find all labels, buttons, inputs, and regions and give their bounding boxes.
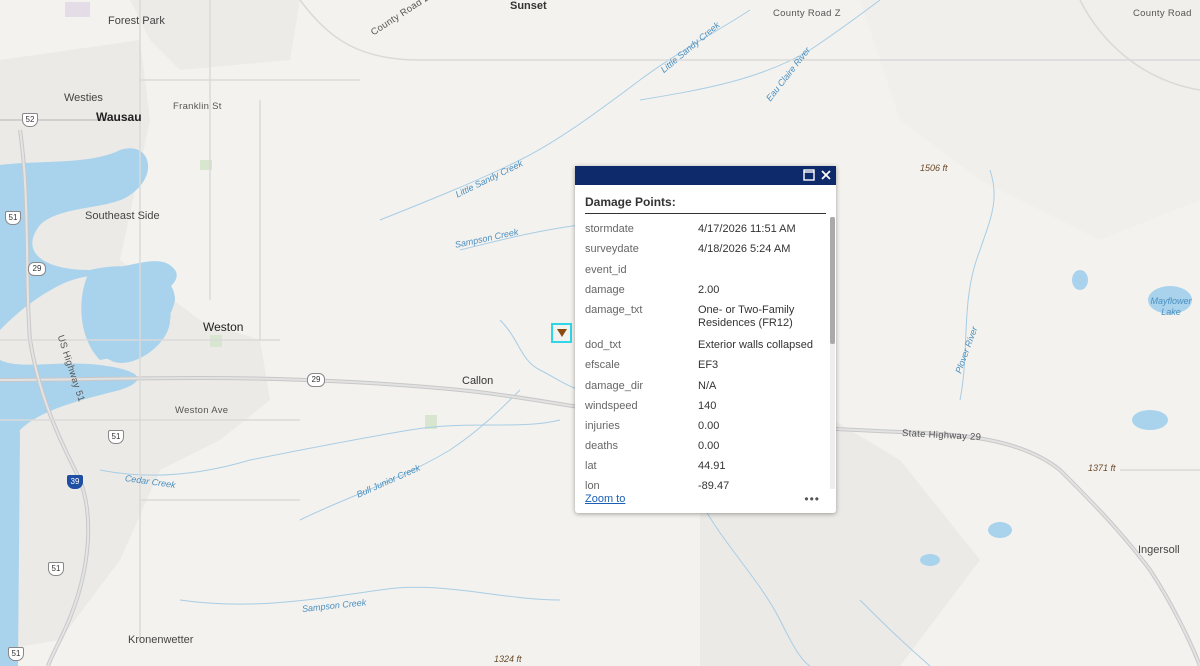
attribute-key: stormdate	[585, 223, 634, 235]
attribute-key: injuries	[585, 420, 620, 432]
attribute-value: One- or Two-Family Residences (FR12)	[698, 304, 795, 329]
attribute-value: 0.00	[698, 440, 720, 452]
damage-point-icon	[557, 329, 567, 337]
elevation-1324: 1324 ft	[494, 654, 522, 664]
highway-shield-52: 52	[22, 113, 38, 127]
attribute-key: event_id	[585, 264, 627, 276]
attribute-value: N/A	[698, 380, 717, 392]
more-actions-icon[interactable]: •••	[804, 492, 820, 506]
highway-shield-51: 51	[108, 430, 124, 444]
scrollbar-thumb[interactable]	[830, 217, 835, 344]
attribute-value: EF3	[698, 359, 719, 371]
place-mayflower-lake: Mayflower Lake	[1150, 296, 1192, 317]
attribute-value: 44.91	[698, 460, 726, 472]
close-icon[interactable]	[818, 167, 834, 183]
road-franklin: Franklin St	[173, 101, 222, 112]
attribute-value: -89.47	[698, 480, 730, 489]
place-wausau: Wausau	[96, 110, 142, 124]
place-forest-park: Forest Park	[108, 15, 165, 27]
attribute-value: 4/18/2026 5:24 AM	[698, 243, 791, 255]
attribute-key: damage_dir	[585, 380, 644, 392]
selected-damage-point-marker[interactable]	[551, 323, 572, 343]
highway-shield-29: 29	[28, 262, 46, 276]
highway-shield-29: 29	[307, 373, 325, 387]
attribute-key: damage	[585, 284, 625, 296]
highway-shield-51: 51	[48, 562, 64, 576]
road-weston-ave: Weston Ave	[175, 405, 229, 416]
attribute-key: lat	[585, 460, 597, 472]
place-sunset: Sunset	[510, 0, 547, 12]
maximize-icon[interactable]	[801, 167, 817, 183]
highway-shield-51: 51	[5, 211, 21, 225]
attribute-value: 4/17/2026 11:51 AM	[698, 223, 796, 235]
elevation-1506: 1506 ft	[920, 163, 948, 173]
place-kronenwetter: Kronenwetter	[128, 634, 194, 646]
place-callon: Callon	[462, 375, 494, 387]
popup-title: Damage Points:	[585, 195, 676, 209]
road-county-z-2: County Road Z	[773, 8, 841, 19]
place-westies: Westies	[64, 92, 103, 104]
feature-popup: Damage Points: stormdate 4/17/2026 11:51 …	[575, 166, 836, 513]
place-southeast-side: Southeast Side	[85, 210, 160, 222]
attribute-value: 2.00	[698, 284, 720, 296]
place-ingersoll: Ingersoll	[1138, 544, 1180, 556]
attribute-key: lon	[585, 480, 600, 489]
attribute-value: Exterior walls collapsed	[698, 339, 813, 351]
attribute-list[interactable]: stormdate 4/17/2026 11:51 AM surveydate 4/…	[585, 217, 827, 489]
attribute-key: damage_txt	[585, 304, 643, 316]
attribute-key: efscale	[585, 359, 620, 371]
attribute-key: dod_txt	[585, 339, 622, 351]
attribute-key: deaths	[585, 440, 619, 452]
road-county-road: County Road	[1133, 8, 1192, 19]
place-weston: Weston	[203, 320, 244, 334]
popup-header	[575, 166, 836, 185]
zoom-to-link[interactable]: Zoom to	[585, 493, 625, 505]
attribute-key: windspeed	[585, 400, 638, 412]
popup-divider	[585, 213, 826, 214]
attribute-value: 140	[698, 400, 717, 412]
highway-shield-39: 39	[67, 475, 83, 489]
elevation-1371: 1371 ft	[1088, 463, 1116, 473]
attribute-value: 0.00	[698, 420, 720, 432]
highway-shield-51: 51	[8, 647, 24, 661]
attribute-key: surveydate	[585, 243, 639, 255]
popup-scrollbar[interactable]	[830, 217, 835, 489]
